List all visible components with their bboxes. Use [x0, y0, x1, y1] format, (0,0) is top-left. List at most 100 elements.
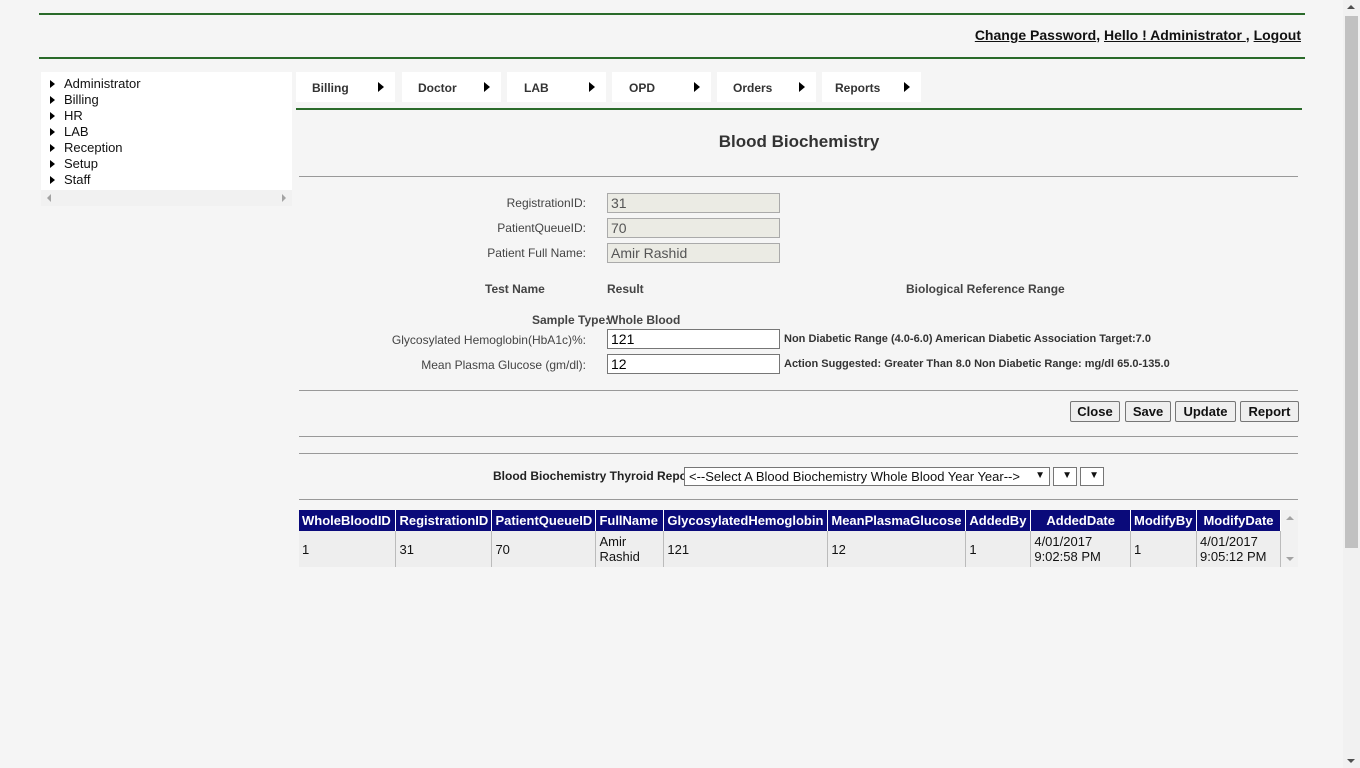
sidebar-item-hr[interactable]: HR [41, 108, 292, 124]
sidebar-item-reception[interactable]: Reception [41, 140, 292, 156]
sidebar-item-setup[interactable]: Setup [41, 156, 292, 172]
page-vertical-scrollbar[interactable] [1343, 0, 1360, 768]
menu-item-orders[interactable]: Orders [717, 72, 816, 102]
th-registration-id[interactable]: RegistrationID [395, 510, 493, 531]
sidebar-item-billing[interactable]: Billing [41, 92, 292, 108]
cell-glycosylated-hemoglobin: 121 [663, 531, 829, 567]
dropdown-arrow-icon: ▼ [1062, 470, 1072, 481]
page-title: Blood Biochemistry [718, 132, 880, 151]
th-whole-blood-id[interactable]: WholeBloodID [299, 510, 397, 531]
change-password-link[interactable]: Change Password [975, 27, 1096, 43]
records-grid: WholeBloodID RegistrationID PatientQueue… [299, 510, 1298, 567]
sample-type-label: Sample Type: [532, 313, 610, 327]
th-patient-queue-id[interactable]: PatientQueueID [491, 510, 597, 531]
th-full-name[interactable]: FullName [595, 510, 665, 531]
menu-item-lab[interactable]: LAB [507, 72, 606, 102]
th-mean-plasma-glucose[interactable]: MeanPlasmaGlucose [827, 510, 967, 531]
divider [299, 390, 1298, 391]
th-glycosylated-hemoglobin[interactable]: GlycosylatedHemoglobin [663, 510, 829, 531]
patient-queue-id-label: PatientQueueID: [497, 221, 586, 235]
col-reference-range: Biological Reference Range [906, 282, 1065, 296]
cell-whole-blood-id: 1 [299, 531, 397, 567]
cell-full-name: Amir Rashid [595, 531, 665, 567]
sidebar-item-lab[interactable]: LAB [41, 124, 292, 140]
report-select-3[interactable]: ▼ [1080, 467, 1104, 486]
report-label: Blood Biochemistry Thyroid Report [493, 469, 696, 483]
submenu-arrow-icon [589, 82, 595, 92]
user-links: Change Password, Hello ! Administrator ,… [974, 27, 1301, 43]
sidebar-item-administrator[interactable]: Administrator [41, 76, 292, 92]
save-button[interactable]: Save [1125, 401, 1171, 422]
mean-plasma-glucose-label: Mean Plasma Glucose (gm/dl): [421, 358, 586, 372]
expand-arrow-icon [50, 80, 55, 88]
patient-name-field[interactable] [607, 243, 780, 263]
th-added-date[interactable]: AddedDate [1030, 510, 1132, 531]
mean-plasma-glucose-input[interactable] [607, 354, 780, 374]
records-table: WholeBloodID RegistrationID PatientQueue… [299, 510, 1281, 567]
expand-arrow-icon [50, 128, 55, 136]
patient-name-label: Patient Full Name: [487, 246, 586, 260]
year-select[interactable]: <--Select A Blood Biochemistry Whole Blo… [684, 467, 1050, 486]
header-bottom-rule [39, 57, 1305, 59]
hba1c-input[interactable] [607, 329, 780, 349]
report-select-2[interactable]: ▼ [1053, 467, 1077, 486]
table-header-row: WholeBloodID RegistrationID PatientQueue… [299, 510, 1281, 531]
page: Change Password, Hello ! Administrator ,… [0, 0, 1343, 768]
grid-vertical-scrollbar[interactable] [1281, 510, 1298, 567]
submenu-arrow-icon [484, 82, 490, 92]
menu-item-billing[interactable]: Billing [296, 72, 395, 102]
report-button[interactable]: Report [1240, 401, 1299, 422]
sidebar-tree: Administrator Billing HR LAB Reception S… [41, 72, 292, 206]
table-row[interactable]: 1 31 70 Amir Rashid 121 12 1 4/01/2017 9… [299, 531, 1281, 567]
cell-added-by: 1 [965, 531, 1032, 567]
menu-item-opd[interactable]: OPD [612, 72, 711, 102]
sidebar-horizontal-scrollbar[interactable] [41, 190, 292, 206]
close-button[interactable]: Close [1070, 401, 1120, 422]
hba1c-label: Glycosylated Hemoglobin(HbA1c)%: [391, 333, 586, 347]
logout-link[interactable]: Logout [1254, 27, 1301, 43]
scroll-down-icon[interactable] [1286, 557, 1294, 561]
th-modify-date[interactable]: ModifyDate [1196, 510, 1281, 531]
col-result: Result [607, 282, 644, 296]
cell-modify-by: 1 [1130, 531, 1198, 567]
th-modify-by[interactable]: ModifyBy [1130, 510, 1198, 531]
menu-item-doctor[interactable]: Doctor [402, 72, 501, 102]
scroll-down-icon[interactable] [1347, 759, 1355, 763]
divider [299, 176, 1298, 177]
header-top-rule [39, 13, 1305, 15]
expand-arrow-icon [50, 112, 55, 120]
submenu-arrow-icon [694, 82, 700, 92]
submenu-arrow-icon [904, 82, 910, 92]
cell-modify-date: 4/01/2017 9:05:12 PM [1196, 531, 1281, 567]
scroll-left-icon[interactable] [47, 194, 51, 202]
sidebar-item-staff[interactable]: Staff [41, 172, 292, 188]
mean-plasma-glucose-reference-range: Action Suggested: Greater Than 8.0 Non D… [784, 358, 1170, 370]
sample-type-value: Whole Blood [607, 313, 681, 327]
update-button[interactable]: Update [1175, 401, 1236, 422]
expand-arrow-icon [50, 176, 55, 184]
th-added-by[interactable]: AddedBy [965, 510, 1032, 531]
registration-id-field[interactable] [607, 193, 780, 213]
scroll-up-icon[interactable] [1347, 5, 1355, 9]
col-test-name: Test Name [485, 282, 545, 296]
menu-rule [296, 108, 1302, 110]
greeting-link[interactable]: Hello ! Administrator [1104, 27, 1246, 43]
cell-patient-queue-id: 70 [491, 531, 597, 567]
dropdown-arrow-icon: ▼ [1035, 470, 1045, 481]
expand-arrow-icon [50, 96, 55, 104]
cell-mean-plasma-glucose: 12 [827, 531, 967, 567]
expand-arrow-icon [50, 160, 55, 168]
hba1c-reference-range: Non Diabetic Range (4.0-6.0) American Di… [784, 333, 1151, 345]
dropdown-arrow-icon: ▼ [1089, 470, 1099, 481]
divider [299, 436, 1298, 437]
cell-registration-id: 31 [395, 531, 493, 567]
submenu-arrow-icon [799, 82, 805, 92]
menu-item-reports[interactable]: Reports [822, 72, 921, 102]
submenu-arrow-icon [378, 82, 384, 92]
cell-added-date: 4/01/2017 9:02:58 PM [1030, 531, 1132, 567]
expand-arrow-icon [50, 144, 55, 152]
scroll-up-icon[interactable] [1286, 516, 1294, 520]
scroll-right-icon[interactable] [282, 194, 286, 202]
patient-queue-id-field[interactable] [607, 218, 780, 238]
scrollbar-thumb[interactable] [1345, 16, 1358, 548]
